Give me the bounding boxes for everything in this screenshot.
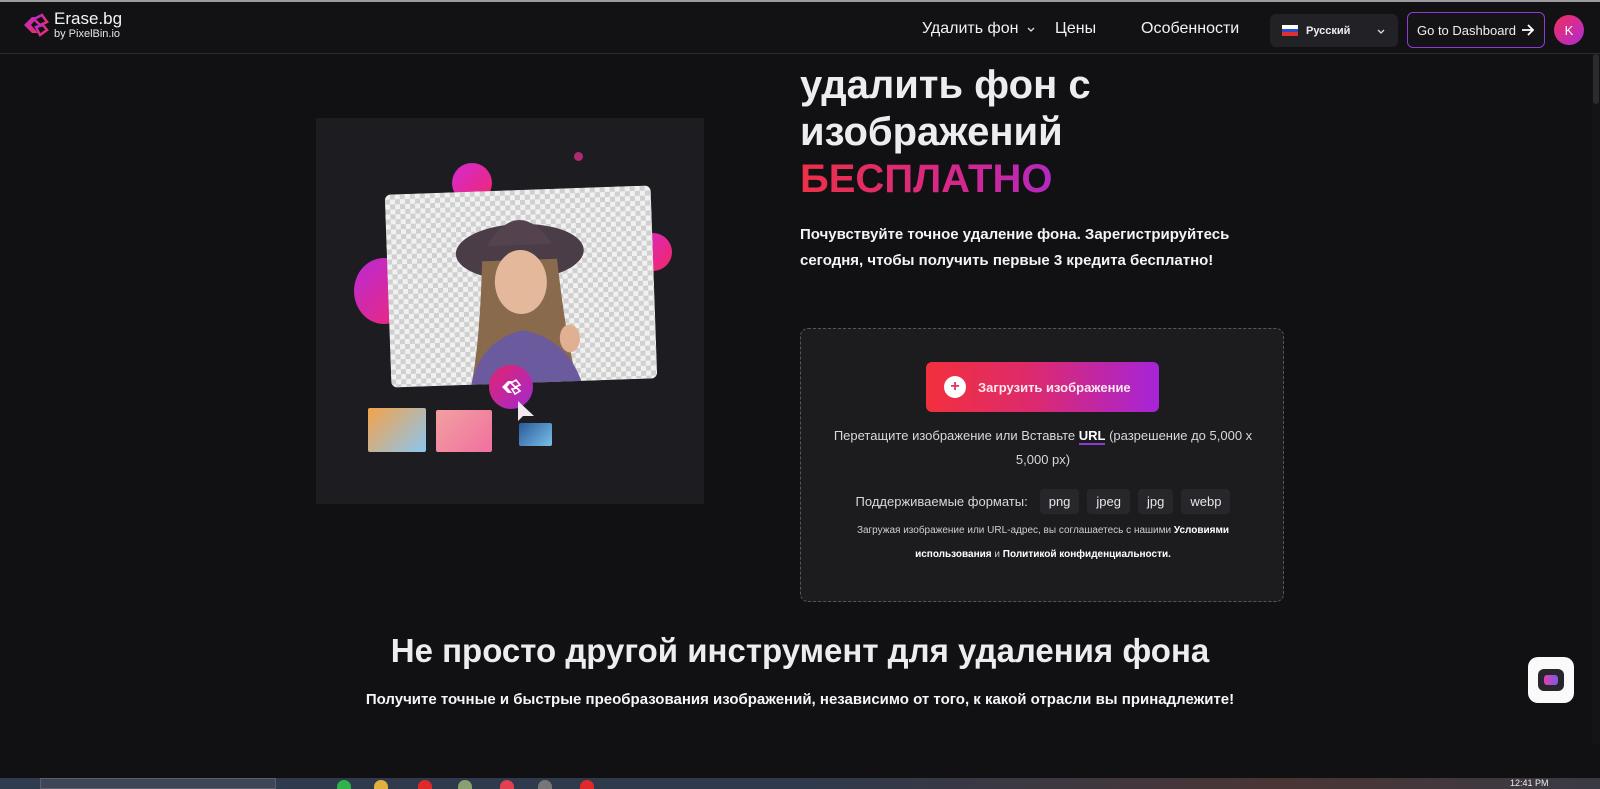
taskbar-app-icon[interactable]: [500, 780, 514, 789]
section-subtitle: Получите точные и быстрые преобразования…: [365, 691, 1235, 708]
format-chip: png: [1039, 489, 1080, 514]
taskbar-app-icon[interactable]: [538, 780, 552, 789]
upload-image-button[interactable]: + Загрузить изображение: [926, 362, 1159, 412]
terms-conjunction: и: [991, 549, 1003, 560]
erase-bg-logo-icon: [24, 13, 49, 37]
drop-instructions: Перетащите изображение или Вставьте URL …: [831, 424, 1255, 472]
hero-title-highlight: БЕСПЛАТНО: [800, 156, 1091, 203]
drop-text-before: Перетащите изображение или Вставьте: [833, 428, 1079, 443]
hero-title-line1: удалить фон с: [800, 63, 1091, 107]
mouse-cursor-icon: [518, 401, 534, 421]
decor-dot: [574, 152, 583, 161]
sample-thumbnail[interactable]: [368, 408, 426, 452]
arrow-right-icon: [1522, 24, 1535, 36]
format-chip: jpg: [1138, 489, 1174, 514]
chat-widget-button[interactable]: [1528, 657, 1574, 703]
terms-text: Загружая изображение или URL-адрес, вы с…: [856, 525, 1174, 536]
taskbar-app-icon[interactable]: [418, 780, 432, 789]
nav-pricing[interactable]: Цены: [1055, 20, 1096, 38]
brand-name: Erase.bg: [54, 9, 123, 28]
hero-title-line2: изображений: [800, 110, 1063, 154]
woman-with-hat-image: [455, 220, 584, 385]
upload-button-label: Загрузить изображение: [978, 379, 1131, 395]
language-select[interactable]: Русский: [1270, 14, 1398, 47]
go-to-dashboard-button[interactable]: Go to Dashboard: [1407, 12, 1545, 48]
supported-formats: Поддерживаемые форматы: png jpeg jpg web…: [801, 489, 1285, 514]
scrollbar-thumb[interactable]: [1593, 54, 1599, 104]
chevron-down-icon: [1377, 29, 1385, 34]
hero-lead: Почувствуйте точное удаление фона. Зарег…: [800, 226, 1230, 269]
taskbar-app-icon[interactable]: [458, 780, 472, 789]
sample-thumbnail[interactable]: [519, 423, 552, 446]
taskbar-app-icon[interactable]: [337, 780, 351, 789]
ru-flag-icon: [1282, 25, 1298, 37]
nav-remove-bg[interactable]: Удалить фон: [922, 20, 1036, 38]
nav-features-label: Особенности: [1141, 20, 1240, 37]
taskbar-app-icon[interactable]: [374, 780, 388, 789]
taskbar-app-icon[interactable]: [580, 780, 594, 789]
upload-dropzone[interactable]: + Загрузить изображение Перетащите изобр…: [800, 328, 1284, 602]
paste-url-link[interactable]: URL: [1078, 428, 1106, 445]
nav-features[interactable]: Особенности: [1141, 20, 1239, 38]
taskbar-search[interactable]: [40, 778, 276, 789]
dashboard-button-label: Go to Dashboard: [1416, 22, 1516, 38]
taskbar-clock: 12:41 PM: [1510, 778, 1549, 788]
section-title: Не просто другой инструмент для удаления…: [390, 632, 1210, 669]
format-chip: webp: [1181, 489, 1231, 514]
sample-thumbnail[interactable]: [436, 410, 492, 452]
plus-icon: +: [944, 376, 966, 398]
terms-notice: Загружая изображение или URL-адрес, вы с…: [831, 519, 1255, 567]
nav-pricing-label: Цены: [1055, 20, 1097, 37]
hero-illustration: [316, 118, 704, 504]
chat-icon: [1538, 669, 1564, 691]
brand-byline: by PixelBin.io: [54, 28, 121, 40]
user-avatar[interactable]: K: [1554, 15, 1584, 45]
os-taskbar: 12:41 PM: [0, 778, 1600, 789]
hero-title: удалить фон с изображений БЕСПЛАТНО: [800, 62, 1091, 203]
privacy-policy-link[interactable]: Политикой конфиденциальности.: [1003, 549, 1171, 560]
transparent-preview-card: [384, 185, 658, 388]
site-header: Erase.bg by PixelBin.io Удалить фон Цены…: [0, 0, 1600, 54]
formats-label: Поддерживаемые форматы:: [855, 494, 1028, 509]
logo[interactable]: Erase.bg by PixelBin.io: [20, 10, 122, 40]
chevron-down-icon: [1027, 27, 1035, 32]
format-chip: jpeg: [1087, 489, 1130, 514]
language-selected: Русский: [1306, 24, 1351, 37]
nav-remove-bg-label: Удалить фон: [922, 20, 1019, 37]
